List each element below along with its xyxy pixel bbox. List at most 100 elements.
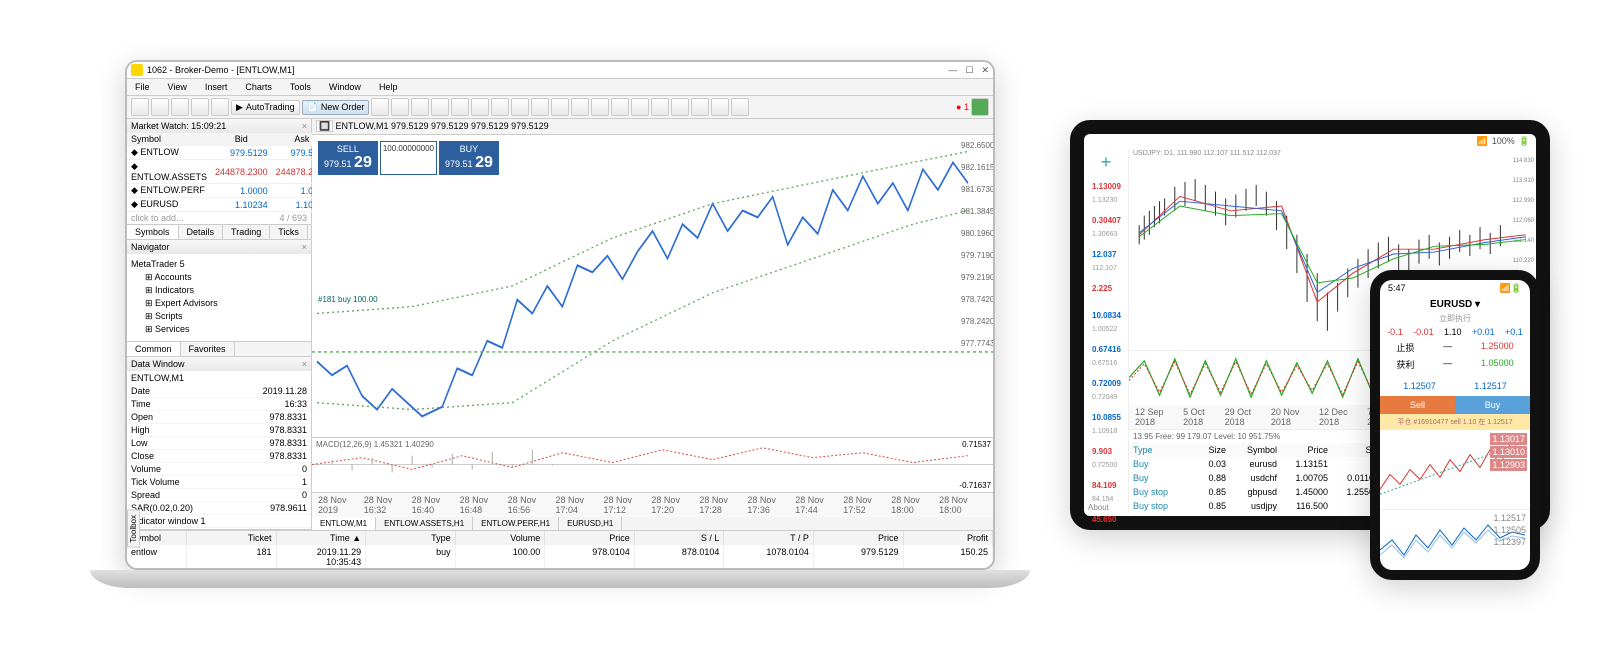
close-icon[interactable]: ×: [302, 242, 307, 252]
tab-favorites[interactable]: Favorites: [181, 342, 235, 356]
about-link[interactable]: About: [1088, 503, 1109, 512]
toolbar-button[interactable]: [551, 98, 569, 116]
tablet-quote[interactable]: 2.225: [1084, 278, 1128, 305]
toolbar-button[interactable]: [671, 98, 689, 116]
toolbar-button[interactable]: [511, 98, 529, 116]
add-icon[interactable]: +: [1084, 149, 1128, 176]
volume-step[interactable]: -0.1: [1387, 327, 1403, 337]
toolbar-button[interactable]: [411, 98, 429, 116]
toolbar-button[interactable]: [631, 98, 649, 116]
nav-accounts[interactable]: ⊞ Accounts: [131, 271, 307, 284]
nav-scripts[interactable]: ⊞ Scripts: [131, 310, 307, 323]
alert-icon[interactable]: ● 1: [956, 102, 969, 112]
menu-charts[interactable]: Charts: [237, 79, 280, 95]
phone-sell-button[interactable]: Sell: [1380, 396, 1455, 414]
menu-file[interactable]: File: [127, 79, 158, 95]
quote-row[interactable]: ◆ ENTLOW979.5129979.5129: [127, 146, 332, 160]
tablet-quote[interactable]: 0.304071.30663: [1084, 210, 1128, 244]
battery-label: 100%: [1492, 136, 1515, 147]
phone-close-order[interactable]: 平仓 #16910477 sell 1.10 在 1.12517: [1380, 414, 1530, 430]
price-chart[interactable]: SELL979.51 29 100.00000000 BUY979.51 29 …: [312, 135, 993, 438]
chart-area: 🔲 ENTLOW,M1 979.5129 979.5129 979.5129 9…: [312, 119, 993, 530]
chart-tab[interactable]: ENTLOW.PERF,H1: [473, 517, 559, 530]
toolbar-button[interactable]: [711, 98, 729, 116]
toolbar-button[interactable]: [691, 98, 709, 116]
toolbar-button[interactable]: [171, 98, 189, 116]
data-window-symbol: ENTLOW,M1: [127, 371, 311, 385]
nav-indicators[interactable]: ⊞ Indicators: [131, 284, 307, 297]
volume-step[interactable]: -0.01: [1413, 327, 1434, 337]
maximize-button[interactable]: ☐: [965, 65, 973, 76]
close-icon[interactable]: ×: [302, 121, 307, 131]
tree-root[interactable]: MetaTrader 5: [131, 258, 307, 270]
menu-view[interactable]: View: [160, 79, 195, 95]
close-button[interactable]: ✕: [981, 65, 989, 76]
toolbar-button[interactable]: [611, 98, 629, 116]
minimize-button[interactable]: —: [948, 65, 957, 76]
toolbar-button[interactable]: [531, 98, 549, 116]
tablet-quote[interactable]: 10.08341.00522: [1084, 305, 1128, 339]
toolbar-button[interactable]: [151, 98, 169, 116]
toolbar-button[interactable]: [371, 98, 389, 116]
toolbar-button[interactable]: [431, 98, 449, 116]
toolbar-button[interactable]: [651, 98, 669, 116]
phone-buy-button[interactable]: Buy: [1455, 396, 1530, 414]
toolbar-button[interactable]: [591, 98, 609, 116]
volume-step[interactable]: +0.1: [1505, 327, 1523, 337]
add-symbol[interactable]: click to add...: [131, 213, 184, 223]
close-icon[interactable]: ×: [302, 359, 307, 369]
toolbar-button[interactable]: [211, 98, 229, 116]
nav-services[interactable]: ⊞ Services: [131, 323, 307, 336]
toolbar-button[interactable]: [471, 98, 489, 116]
toolbar-button[interactable]: [391, 98, 409, 116]
toolbox-tab[interactable]: Toolbox: [127, 510, 140, 548]
chart-tab[interactable]: EURUSD,H1: [559, 517, 622, 530]
chart-tab[interactable]: ENTLOW,M1: [312, 517, 376, 530]
toolbar-button[interactable]: [131, 98, 149, 116]
tablet-quote[interactable]: 12.037112.107: [1084, 244, 1128, 278]
tablet-quote[interactable]: 0.674160.67516: [1084, 339, 1128, 373]
tp-value[interactable]: 1.05000: [1481, 358, 1514, 371]
toolbar-button[interactable]: [451, 98, 469, 116]
tablet-quote[interactable]: 1.130091.13230: [1084, 176, 1128, 210]
tablet-quote[interactable]: 0.720090.72049: [1084, 373, 1128, 407]
phone-time: 5:47: [1388, 283, 1406, 294]
menu-help[interactable]: Help: [371, 79, 406, 95]
menu-tools[interactable]: Tools: [282, 79, 319, 95]
toolbar-button[interactable]: [491, 98, 509, 116]
quote-row[interactable]: ◆ ENTLOW.ASSETS244878.2300244878.2300: [127, 160, 332, 184]
app-icon: [131, 64, 143, 76]
tab-symbols[interactable]: Symbols: [127, 225, 179, 239]
chart-tab[interactable]: ENTLOW.ASSETS,H1: [376, 517, 473, 530]
new-order-button[interactable]: 📄 New Order: [302, 100, 370, 115]
menu-insert[interactable]: Insert: [197, 79, 236, 95]
tablet-quote[interactable]: 10.08551.10918: [1084, 407, 1128, 441]
phone-buy-price: 1.12517: [1474, 377, 1507, 392]
toolbar-button[interactable]: [191, 98, 209, 116]
toolbar-button[interactable]: [571, 98, 589, 116]
data-window-panel: Data Window× ENTLOW,M1 Date2019.11.28Tim…: [127, 357, 311, 530]
nav-expert-advisors[interactable]: ⊞ Expert Advisors: [131, 297, 307, 310]
tablet-quote[interactable]: 9.9030.72500: [1084, 441, 1128, 475]
menu-window[interactable]: Window: [321, 79, 369, 95]
tab-ticks[interactable]: Ticks: [270, 225, 308, 239]
tab-trading[interactable]: Trading: [223, 225, 270, 239]
tab-common[interactable]: Common: [127, 342, 181, 356]
navigator-title: Navigator: [131, 242, 170, 252]
tablet-quotes[interactable]: + 1.130091.132300.304071.3066312.037112.…: [1084, 149, 1129, 513]
toolbar-button[interactable]: [731, 98, 749, 116]
autotrading-button[interactable]: ▶ AutoTrading: [231, 100, 300, 115]
volume-step[interactable]: 1.10: [1444, 327, 1462, 337]
data-row: Volume0: [127, 463, 311, 476]
macd-indicator[interactable]: MACD(12,26,9) 1.45321 1.40290 0.71537 -0…: [312, 438, 993, 493]
sl-value[interactable]: 1.25000: [1481, 341, 1514, 354]
tablet-chart-title: USDJPY: D1, 111.980 112.107 111.512 112.…: [1129, 149, 1536, 158]
data-row: Low978.8331: [127, 437, 311, 450]
volume-step[interactable]: +0.01: [1472, 327, 1495, 337]
data-row: SAR(0.02,0.20)978.9611: [127, 502, 311, 515]
phone-symbol[interactable]: EURUSD ▾: [1380, 297, 1530, 312]
tab-details[interactable]: Details: [179, 225, 224, 239]
tablet-quote[interactable]: 45.650: [1084, 509, 1128, 536]
quote-row[interactable]: ◆ ENTLOW.PERF1.00001.0000: [127, 184, 332, 198]
quote-row[interactable]: ◆ EURUSD1.102341.10237: [127, 198, 332, 212]
